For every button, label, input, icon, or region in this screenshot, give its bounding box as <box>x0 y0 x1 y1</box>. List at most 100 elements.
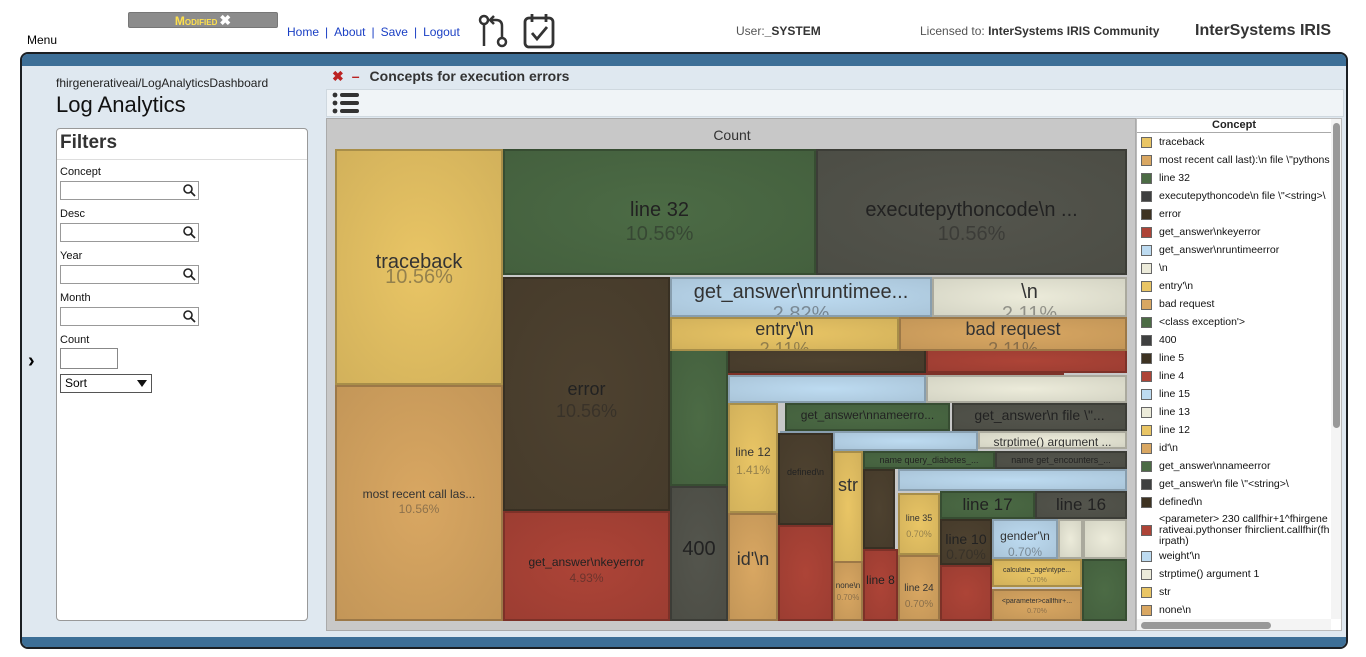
close-panel-icon[interactable]: ✖ <box>332 68 344 84</box>
treemap-tile[interactable]: bad request 2.11% <box>899 317 1127 351</box>
treemap-tile-minor[interactable] <box>728 375 926 403</box>
legend-swatch <box>1141 389 1152 400</box>
search-icon[interactable] <box>183 310 196 323</box>
legend-item[interactable]: line 15 <box>1159 388 1331 400</box>
legend-item[interactable]: str <box>1159 586 1331 598</box>
legend-item[interactable]: 400 <box>1159 334 1331 346</box>
treemap-tile[interactable]: gender'\n 0.70% <box>992 519 1058 559</box>
treemap-tile[interactable]: most recent call las... 10.56% <box>335 385 503 621</box>
legend-item[interactable]: defined\n <box>1159 496 1331 508</box>
scrollbar-thumb[interactable] <box>1333 123 1340 428</box>
treemap-tile[interactable]: line 32 10.56% <box>503 149 816 275</box>
legend-item[interactable]: executepythoncode\n file \"<string>\ <box>1159 190 1331 202</box>
legend-item[interactable]: error <box>1159 208 1331 220</box>
search-icon[interactable] <box>183 184 196 197</box>
legend-item[interactable]: none\n <box>1159 604 1331 616</box>
treemap-tile-minor[interactable] <box>1083 519 1127 559</box>
treemap-tile-minor[interactable] <box>863 469 895 549</box>
treemap-tile[interactable]: get_answer\nnameerro... <box>785 403 950 431</box>
chevron-right-icon[interactable]: › <box>28 351 42 371</box>
legend-item[interactable]: line 4 <box>1159 370 1331 382</box>
task-checklist-icon[interactable] <box>522 13 556 49</box>
count-filter-input[interactable] <box>60 348 118 369</box>
treemap-tile[interactable]: line 8 <box>863 549 898 621</box>
treemap-tile[interactable]: line 35 0.70% <box>898 493 940 555</box>
menu-button[interactable]: Menu <box>27 33 57 47</box>
search-icon[interactable] <box>183 268 196 281</box>
treemap-tile[interactable]: line 17 <box>940 491 1035 519</box>
treemap-tile[interactable]: calculate_age\ntype... 0.70% <box>992 559 1082 587</box>
month-filter-input[interactable] <box>60 307 199 326</box>
legend-item[interactable]: get_answer\n file \"<string>\ <box>1159 478 1331 490</box>
legend-item[interactable]: traceback <box>1159 136 1331 148</box>
legend-item[interactable]: line 12 <box>1159 424 1331 436</box>
treemap-tile[interactable]: str <box>833 451 863 563</box>
sort-select[interactable]: Sort <box>60 374 152 393</box>
treemap-tile[interactable]: line 12 1.41% <box>728 403 778 513</box>
treemap-tile[interactable]: get_answer\nruntimee... 2.82% <box>670 277 932 317</box>
nav-logout-link[interactable]: Logout <box>423 25 460 39</box>
legend-item[interactable]: line 13 <box>1159 406 1331 418</box>
treemap-tile-minor[interactable] <box>940 565 992 621</box>
treemap-tile[interactable]: entry'\n 2.11% <box>670 317 899 351</box>
treemap-tile[interactable]: executepythoncode\n ... 10.56% <box>816 149 1127 275</box>
legend-item[interactable]: strptime() argument 1 <box>1159 568 1331 580</box>
legend-item[interactable]: line 5 <box>1159 352 1331 364</box>
treemap-tile[interactable]: \n 2.11% <box>932 277 1127 317</box>
legend-item[interactable]: <parameter> 230 callfhir+1^fhirgenerativ… <box>1159 514 1331 547</box>
legend-item[interactable]: get_answer\nkeyerror <box>1159 226 1331 238</box>
nav-save-link[interactable]: Save <box>381 25 408 39</box>
modified-badge[interactable]: Modified ✖ <box>128 12 278 28</box>
legend-item[interactable]: entry'\n <box>1159 280 1331 292</box>
nav-about-link[interactable]: About <box>334 25 365 39</box>
legend-swatch <box>1141 299 1152 310</box>
treemap-tile[interactable]: line 24 0.70% <box>898 555 940 621</box>
desc-filter-input[interactable] <box>60 223 199 242</box>
treemap-tile-minor[interactable] <box>926 375 1127 403</box>
nav-home-link[interactable]: Home <box>287 25 319 39</box>
treemap-tile[interactable]: name query_diabetes_... <box>863 451 995 469</box>
treemap-tile-minor[interactable] <box>728 349 926 373</box>
treemap-tile-minor[interactable] <box>1082 559 1127 621</box>
treemap-tile[interactable]: 400 <box>670 486 728 621</box>
treemap-tile[interactable]: <parameter>callfhir+... 0.70% <box>992 589 1082 621</box>
treemap-tile[interactable]: get_answer\nkeyerror 4.93% <box>503 511 670 621</box>
legend-item[interactable]: most recent call last):\n file \"pythons <box>1159 154 1331 166</box>
treemap-tile[interactable]: line 10 0.70% <box>940 519 992 565</box>
legend-horizontal-scrollbar[interactable] <box>1137 619 1331 630</box>
concept-filter-input[interactable] <box>60 181 199 200</box>
search-icon[interactable] <box>183 226 196 239</box>
legend-item[interactable]: get_answer\nruntimeerror <box>1159 244 1331 256</box>
source-control-icon[interactable] <box>478 14 510 48</box>
treemap-tile[interactable]: get_answer\n file \"... <box>952 403 1127 431</box>
license-info: Licensed to: InterSystems IRIS Community <box>920 24 1159 38</box>
treemap-tile[interactable]: defined\n <box>778 433 833 525</box>
treemap-tile-minor[interactable] <box>833 431 978 451</box>
scrollbar-thumb[interactable] <box>1141 622 1271 629</box>
minimize-panel-icon[interactable]: – <box>352 68 360 84</box>
frame-bottom-bar <box>22 637 1346 647</box>
treemap-tile-minor[interactable] <box>1058 519 1083 559</box>
treemap-tile-minor[interactable] <box>926 349 1127 373</box>
legend-vertical-scrollbar[interactable] <box>1331 119 1341 619</box>
year-filter-input[interactable] <box>60 265 199 284</box>
treemap-tile[interactable]: line 16 <box>1035 491 1127 519</box>
legend-item[interactable]: <class exception'> <box>1159 316 1331 328</box>
legend-item[interactable]: bad request <box>1159 298 1331 310</box>
legend-item[interactable]: id'\n <box>1159 442 1331 454</box>
treemap-tile[interactable]: traceback 10.56% <box>335 149 503 385</box>
treemap-tile-minor[interactable] <box>898 469 1127 491</box>
treemap-tile[interactable]: none\n 0.70% <box>833 561 863 621</box>
treemap-tile-minor[interactable] <box>670 349 728 486</box>
treemap-tile[interactable]: strptime() argument ... <box>978 431 1127 449</box>
legend-item[interactable]: \n <box>1159 262 1331 274</box>
legend-item[interactable]: weight'\n <box>1159 550 1331 562</box>
list-menu-icon[interactable] <box>332 92 360 114</box>
treemap-tile[interactable]: name get_encounters_... <box>995 451 1127 469</box>
legend-item[interactable]: line 32 <box>1159 172 1331 184</box>
treemap-tile-minor[interactable] <box>778 525 833 621</box>
legend-item[interactable]: get_answer\nnameerror <box>1159 460 1331 472</box>
close-icon[interactable]: ✖ <box>219 12 231 28</box>
treemap-tile[interactable]: error 10.56% <box>503 277 670 511</box>
treemap-tile[interactable]: id'\n <box>728 513 778 621</box>
